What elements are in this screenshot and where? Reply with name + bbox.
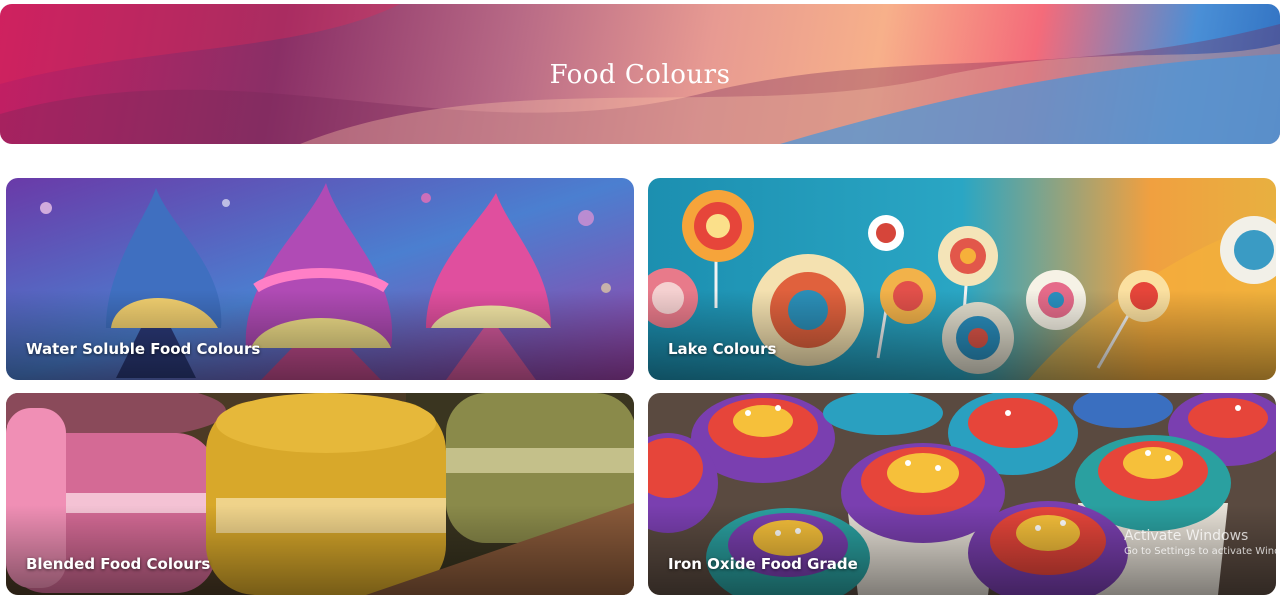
category-label: Blended Food Colours	[26, 555, 211, 573]
category-label: Water Soluble Food Colours	[26, 340, 261, 358]
card-shade	[6, 505, 634, 595]
windows-activation-watermark: Activate Windows Go to Settings to activ…	[1124, 528, 1280, 557]
watermark-subtitle: Go to Settings to activate Windows.	[1124, 546, 1280, 557]
category-card-blended[interactable]: Blended Food Colours	[6, 393, 634, 595]
category-card-water-soluble[interactable]: Water Soluble Food Colours	[6, 178, 634, 380]
category-card-lake-colours[interactable]: Lake Colours	[648, 178, 1276, 380]
watermark-title: Activate Windows	[1124, 528, 1249, 544]
card-shade	[6, 290, 634, 380]
hero-banner: Food Colours	[0, 4, 1280, 144]
card-shade	[648, 290, 1276, 380]
category-label: Lake Colours	[668, 340, 777, 358]
category-card-iron-oxide[interactable]: Iron Oxide Food Grade	[648, 393, 1276, 595]
category-label: Iron Oxide Food Grade	[668, 555, 858, 573]
page-title: Food Colours	[549, 60, 731, 90]
